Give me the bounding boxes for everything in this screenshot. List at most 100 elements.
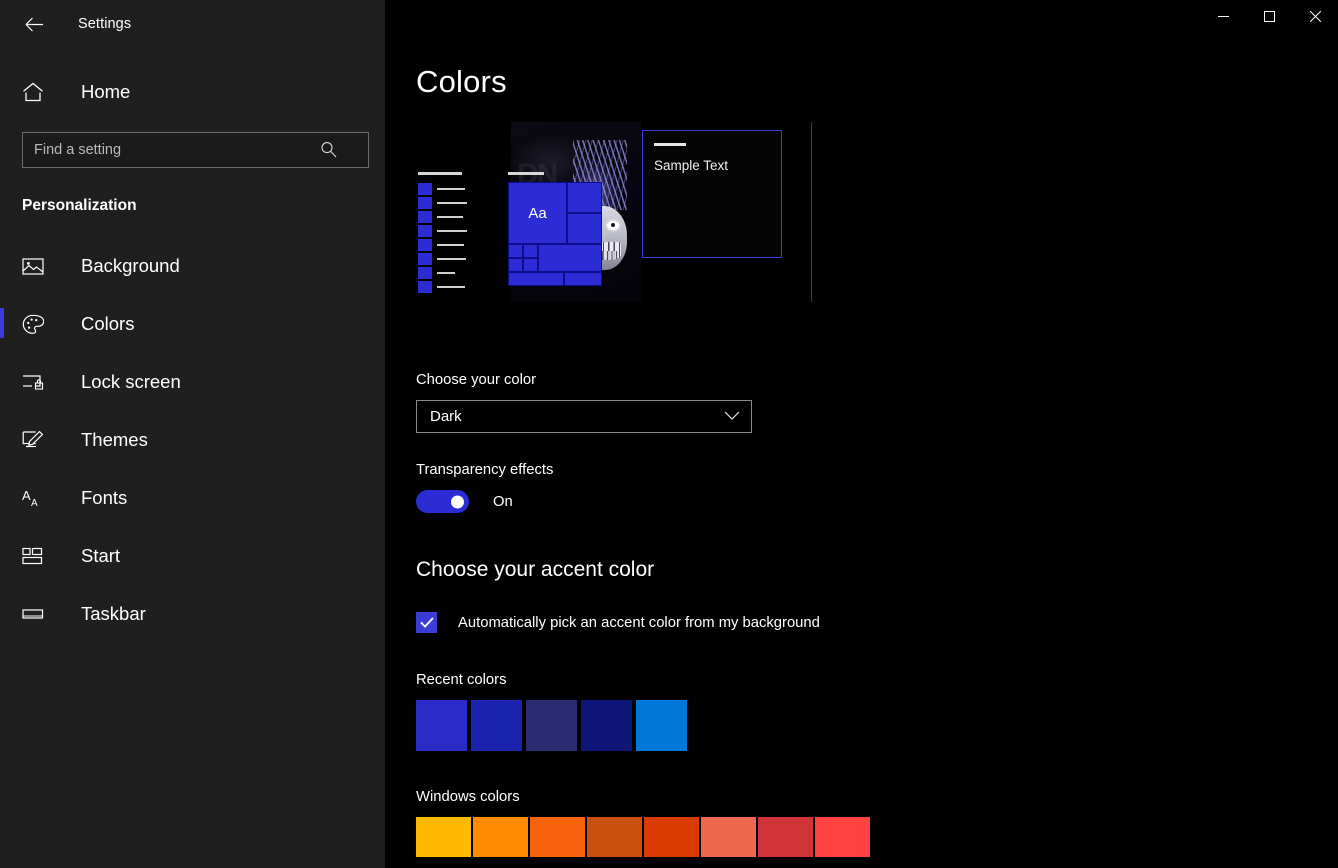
transparency-toggle[interactable]	[416, 490, 469, 513]
preview-sample-text: Sample Text	[654, 158, 729, 173]
preview-tile-aa: Aa	[508, 182, 567, 244]
preview-divider	[811, 122, 812, 302]
recent-colors-label: Recent colors	[416, 672, 507, 688]
sidebar-item-colors[interactable]: Colors	[0, 295, 385, 353]
recent-color-swatch[interactable]	[416, 700, 467, 751]
settings-window: Settings Home Personalization	[0, 0, 1338, 868]
search-container	[22, 132, 369, 168]
preview-tile	[564, 272, 602, 286]
chevron-down-icon	[724, 408, 740, 426]
list-item	[418, 238, 470, 251]
sidebar-nav: Background Colors Lock screen Themes A A…	[0, 237, 385, 643]
minimize-button[interactable]	[1200, 0, 1246, 32]
sidebar-item-lock-screen-label: Lock screen	[81, 371, 181, 392]
theme-preview: DN Aa Sample Text	[416, 122, 836, 302]
sidebar-header: Settings	[0, 0, 385, 48]
recent-color-swatch[interactable]	[526, 700, 577, 751]
checkmark-icon	[419, 617, 434, 628]
search-input[interactable]	[22, 132, 369, 168]
sidebar-item-taskbar[interactable]: Taskbar	[0, 585, 385, 643]
windows-color-swatch[interactable]	[587, 817, 642, 857]
preview-tile	[567, 182, 602, 213]
recent-color-swatch[interactable]	[581, 700, 632, 751]
preview-tile	[538, 244, 602, 272]
list-item	[418, 280, 470, 293]
list-item	[418, 182, 470, 195]
windows-color-swatch[interactable]	[530, 817, 585, 857]
sidebar-item-colors-label: Colors	[81, 313, 135, 334]
home-icon	[22, 82, 48, 102]
sidebar-item-lock-screen[interactable]: Lock screen	[0, 353, 385, 411]
auto-accent-checkbox[interactable]	[416, 612, 437, 633]
image-icon	[22, 257, 48, 276]
auto-accent-checkbox-row[interactable]: Automatically pick an accent color from …	[416, 612, 1338, 633]
windows-color-swatch[interactable]	[416, 817, 471, 857]
sidebar-item-fonts-label: Fonts	[81, 487, 128, 508]
sidebar-item-taskbar-label: Taskbar	[81, 603, 146, 624]
start-icon	[22, 547, 48, 565]
sidebar-item-start-label: Start	[81, 545, 121, 566]
transparency-section: Transparency effects On	[416, 462, 1338, 513]
wallpaper-pupil-right	[611, 223, 615, 227]
sidebar-item-background-label: Background	[81, 255, 180, 276]
choose-color-dropdown[interactable]: Dark	[416, 400, 752, 433]
sidebar-item-home[interactable]: Home	[0, 70, 385, 114]
windows-color-swatch[interactable]	[758, 817, 813, 857]
preview-tile	[508, 258, 523, 272]
back-button[interactable]	[14, 8, 54, 40]
accent-color-heading: Choose your accent color	[416, 558, 655, 581]
brush-icon	[22, 430, 48, 450]
svg-text:A: A	[22, 488, 31, 503]
svg-text:A: A	[31, 498, 38, 508]
preview-tile	[523, 244, 538, 258]
auto-accent-label: Automatically pick an accent color from …	[458, 614, 820, 631]
preview-app-list	[418, 172, 470, 294]
windows-colors-row	[416, 817, 1338, 857]
preview-sample-window: Sample Text	[642, 130, 782, 258]
sidebar-item-themes[interactable]: Themes	[0, 411, 385, 469]
sidebar-item-home-label: Home	[81, 81, 131, 102]
windows-color-swatch[interactable]	[644, 817, 699, 857]
choose-color-section: Choose your color Dark	[416, 372, 1338, 433]
selection-indicator	[0, 308, 4, 338]
window-controls	[1200, 0, 1338, 32]
transparency-label: Transparency effects	[416, 462, 554, 478]
transparency-toggle-row: On	[416, 490, 1338, 513]
recent-color-swatch[interactable]	[471, 700, 522, 751]
lock-screen-icon	[22, 373, 48, 392]
palette-icon	[22, 314, 48, 335]
sidebar-item-fonts[interactable]: A A Fonts	[0, 469, 385, 527]
list-item	[418, 224, 470, 237]
toggle-knob	[451, 495, 464, 508]
preview-start-tiles: Aa	[508, 172, 602, 287]
page-title: Colors	[416, 64, 507, 99]
fonts-icon: A A	[22, 488, 48, 508]
list-item	[418, 266, 470, 279]
preview-tile	[523, 258, 538, 272]
recent-colors-row	[416, 700, 1338, 751]
choose-color-value: Dark	[430, 408, 462, 425]
sidebar-item-start[interactable]: Start	[0, 527, 385, 585]
list-item	[418, 252, 470, 265]
maximize-button[interactable]	[1246, 0, 1292, 32]
windows-color-swatch[interactable]	[815, 817, 870, 857]
transparency-state: On	[493, 493, 513, 510]
sidebar-category-title: Personalization	[22, 197, 137, 214]
app-title: Settings	[78, 16, 132, 32]
preview-tile	[508, 244, 523, 258]
preview-list-header	[418, 172, 462, 175]
windows-color-swatch[interactable]	[701, 817, 756, 857]
windows-color-swatch[interactable]	[473, 817, 528, 857]
choose-color-label: Choose your color	[416, 372, 537, 388]
sidebar-item-background[interactable]: Background	[0, 237, 385, 295]
main-content: Colors DN Aa Sample Text Choose your col…	[385, 0, 1338, 868]
close-button[interactable]	[1292, 0, 1338, 32]
list-item	[418, 210, 470, 223]
taskbar-icon	[22, 607, 48, 621]
preview-tile-letters: Aa	[528, 204, 547, 222]
preview-tile	[567, 213, 602, 244]
recent-color-swatch[interactable]	[636, 700, 687, 751]
preview-window-accent-line	[654, 143, 686, 146]
list-item	[418, 196, 470, 209]
windows-colors-label: Windows colors	[416, 789, 520, 805]
